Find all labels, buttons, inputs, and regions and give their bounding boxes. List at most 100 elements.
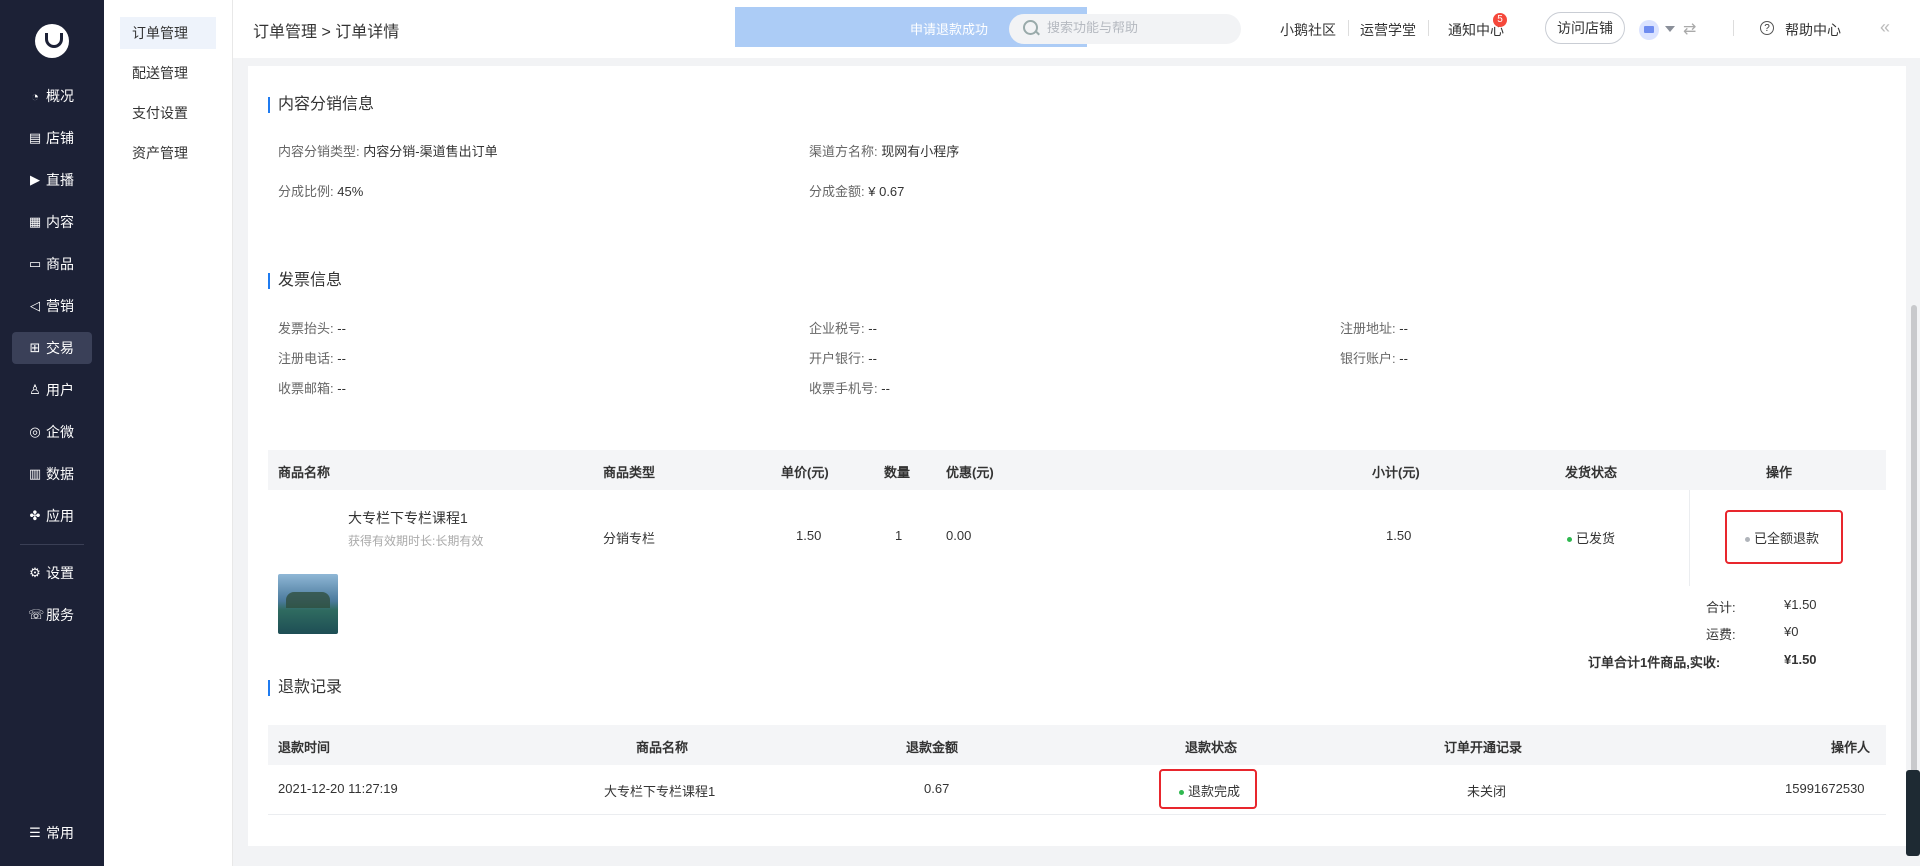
col-goods-type: 商品类型 (603, 465, 656, 480)
side-widget (1906, 770, 1920, 856)
sidebar-item-live[interactable]: ▶ 直播 (12, 164, 92, 196)
switch-icon[interactable]: ⇄ (1683, 19, 1696, 39)
apps-icon: ✤ (29, 508, 41, 523)
tax-number-field: 企业税号: -- (809, 321, 877, 336)
paid-label: 订单合计1件商品,实收: (1588, 655, 1721, 670)
split-ratio: 分成比例: 45% (278, 184, 364, 199)
help-icon: ? (1760, 21, 1774, 35)
collapse-icon[interactable]: « (1880, 17, 1890, 38)
col-quantity: 数量 (884, 465, 911, 480)
sidebar-item-service[interactable]: ☏ 服务 (12, 599, 92, 631)
sidebar-item-label: 商品 (46, 256, 74, 272)
sidebar-item-common[interactable]: ☰ 常用 (12, 817, 92, 849)
help-center-link[interactable]: 帮助中心 (1785, 20, 1841, 40)
visit-store-button[interactable]: 访问店铺 (1545, 12, 1625, 44)
divider (1733, 20, 1734, 36)
col-unit-price: 单价(元) (781, 465, 829, 480)
col-goods-name: 商品名称 (278, 465, 331, 480)
scrollbar[interactable] (1911, 305, 1917, 805)
marketing-icon: ◁ (30, 298, 40, 313)
sidebar-item-label: 营销 (46, 298, 74, 314)
sidebar-item-label: 数据 (46, 466, 74, 482)
divider (1348, 20, 1349, 36)
sidebar-item-label: 内容 (46, 214, 74, 230)
full-refund-status[interactable]: 已全额退款 (1745, 528, 1819, 547)
sidebar-item-content[interactable]: ▦ 内容 (12, 206, 92, 238)
list-icon: ☰ (29, 825, 41, 840)
search-icon (1023, 20, 1038, 35)
invoice-section-title: 发票信息 (268, 273, 342, 289)
sidebar-item-user[interactable]: ♙ 用户 (12, 374, 92, 406)
sidebar-item-overview[interactable]: ◔ 概况 (12, 80, 92, 112)
store-icon: ▤ (28, 130, 42, 145)
total-value: ¥1.50 (1784, 597, 1817, 612)
discount: 0.00 (946, 528, 972, 543)
refund-status: 退款完成 (1179, 781, 1240, 800)
sidebar-item-label: 应用 (46, 508, 74, 524)
search-box[interactable] (1009, 14, 1241, 44)
status-dot (1179, 790, 1184, 796)
bank-field: 开户银行: -- (809, 351, 877, 366)
col-operator: 操作人 (1831, 740, 1871, 755)
data-icon: ▥ (28, 466, 42, 481)
sub-sidebar: 订单管理 配送管理 支付设置 资产管理 (104, 0, 233, 866)
goods-icon: ▭ (28, 256, 42, 271)
refund-amount: 0.67 (924, 781, 950, 796)
divider (1428, 20, 1429, 36)
store-switch-icon[interactable] (1639, 20, 1659, 40)
col-refund-time: 退款时间 (278, 740, 331, 755)
invoice-title-field: 发票抬头: -- (278, 321, 346, 336)
refund-section-title: 退款记录 (268, 680, 342, 696)
sidebar-item-store[interactable]: ▤ 店铺 (12, 122, 92, 154)
sidebar-item-label: 设置 (46, 565, 74, 581)
app-logo[interactable] (35, 24, 69, 58)
search-input[interactable] (1045, 19, 1219, 36)
community-link[interactable]: 小鹅社区 (1280, 20, 1336, 40)
invoice-email-field: 收票邮箱: -- (278, 381, 346, 396)
divider (1689, 490, 1690, 586)
distribution-type: 内容分销类型: 内容分销-渠道售出订单 (278, 144, 498, 159)
sidebar-item-wecom[interactable]: ◎ 企微 (12, 416, 92, 448)
quantity: 1 (895, 528, 903, 543)
service-icon: ☏ (28, 607, 45, 622)
main-sidebar: ◔ 概况 ▤ 店铺 ▶ 直播 ▦ 内容 ▭ 商品 ◁ 营销 ⊞ 交易 ♙ 用户 ◎ 企微 ▥ 数据 ✤ 应用 ⚙ 设置 ☏ 服务… (0, 0, 104, 866)
sidebar-item-settings[interactable]: ⚙ 设置 (12, 557, 92, 589)
sidebar-item-marketing[interactable]: ◁ 营销 (12, 290, 92, 322)
subnav-order-management[interactable]: 订单管理 (120, 17, 216, 49)
channel-name: 渠道方名称: 现网有小程序 (809, 144, 960, 159)
product-name[interactable]: 大专栏下专栏课程1 (348, 508, 468, 528)
toast-message: 申请退款成功 (910, 22, 989, 37)
academy-link[interactable]: 运营学堂 (1360, 20, 1416, 40)
subnav-assets[interactable]: 资产管理 (120, 137, 216, 169)
trade-icon: ⊞ (29, 340, 41, 355)
overview-icon: ◔ (31, 88, 39, 104)
col-open-record: 订单开通记录 (1444, 740, 1523, 755)
col-action: 操作 (1766, 465, 1793, 480)
gear-icon: ⚙ (29, 565, 41, 580)
col-subtotal: 小计(元) (1372, 465, 1420, 480)
unit-price: 1.50 (796, 528, 822, 543)
distribution-section-title: 内容分销信息 (268, 97, 374, 113)
subnav-payment-settings[interactable]: 支付设置 (120, 97, 216, 129)
sidebar-item-trade[interactable]: ⊞ 交易 (12, 332, 92, 364)
col-ship-status: 发货状态 (1565, 465, 1618, 480)
chevron-down-icon[interactable] (1665, 26, 1675, 32)
product-type: 分销专栏 (603, 531, 656, 546)
sidebar-item-label: 概况 (46, 88, 74, 104)
split-amount: 分成金额: ¥ 0.67 (809, 184, 905, 199)
sidebar-item-data[interactable]: ▥ 数据 (12, 458, 92, 490)
col-refund-goods: 商品名称 (636, 740, 689, 755)
sidebar-item-apps[interactable]: ✤ 应用 (12, 500, 92, 532)
wecom-icon: ◎ (29, 424, 41, 439)
product-thumbnail (278, 574, 338, 634)
status-dot (1567, 537, 1572, 543)
sidebar-item-goods[interactable]: ▭ 商品 (12, 248, 92, 280)
operator: 15991672530 (1785, 781, 1865, 796)
subnav-delivery[interactable]: 配送管理 (120, 57, 216, 89)
invoice-phone-field: 收票手机号: -- (809, 381, 890, 396)
sidebar-item-label: 直播 (46, 172, 74, 188)
product-validity: 获得有效期时长:长期有效 (348, 534, 484, 548)
col-refund-status: 退款状态 (1185, 740, 1238, 755)
sidebar-item-label: 用户 (46, 382, 74, 398)
freight-label: 运费: (1706, 627, 1736, 642)
